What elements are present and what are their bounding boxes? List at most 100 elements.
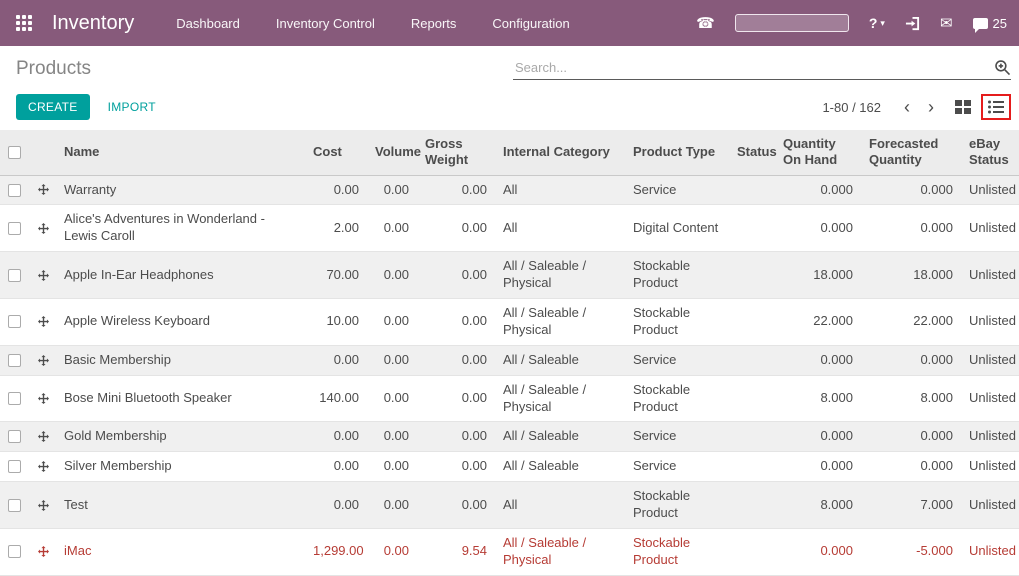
cell-ebay-status[interactable]: Unlisted — [961, 175, 1019, 205]
header-name[interactable]: Name — [56, 130, 305, 176]
cell-cost[interactable]: 1,299.00 — [305, 528, 367, 575]
cell-status[interactable] — [729, 345, 775, 375]
messages-indicator[interactable]: 25 — [972, 16, 1007, 33]
phone-icon[interactable]: ☎ — [696, 16, 715, 31]
cell-status[interactable] — [729, 375, 775, 422]
header-internal-category[interactable]: Internal Category — [495, 130, 625, 176]
drag-handle-icon[interactable] — [38, 354, 49, 366]
cell-quantity-on-hand[interactable]: 0.000 — [775, 175, 861, 205]
cell-forecasted-quantity[interactable]: 0.000 — [861, 345, 961, 375]
drag-handle-icon[interactable] — [38, 222, 49, 234]
apps-grid-icon[interactable] — [16, 15, 32, 31]
cell-ebay-status[interactable]: Unlisted — [961, 452, 1019, 482]
cell-name[interactable]: Bose Mini Bluetooth Speaker — [56, 375, 305, 422]
cell-ebay-status[interactable]: Unlisted — [961, 345, 1019, 375]
cell-quantity-on-hand[interactable]: 22.000 — [775, 298, 861, 345]
cell-internal-category[interactable]: All / Saleable — [495, 422, 625, 452]
table-row[interactable]: Gold Membership 0.00 0.00 0.00 All / Saleabl… — [0, 421, 1019, 452]
cell-name[interactable]: iMac — [56, 528, 305, 575]
nav-item-inventory-control[interactable]: Inventory Control — [276, 16, 375, 31]
header-volume[interactable]: Volume — [367, 130, 421, 176]
cell-quantity-on-hand[interactable]: 0.000 — [775, 205, 861, 252]
cell-status[interactable] — [729, 205, 775, 252]
row-checkbox[interactable] — [8, 315, 21, 329]
cell-forecasted-quantity[interactable]: 0.000 — [861, 422, 961, 452]
cell-cost[interactable]: 0.00 — [305, 175, 367, 205]
cell-quantity-on-hand[interactable]: 0.000 — [775, 422, 861, 452]
row-checkbox[interactable] — [8, 392, 21, 406]
pager-prev-button[interactable]: ‹ — [895, 98, 919, 116]
nav-item-reports[interactable]: Reports — [411, 16, 457, 31]
search-magnifier-icon[interactable] — [994, 59, 1011, 76]
cell-product-type[interactable]: Stockable Product — [625, 375, 729, 422]
cell-product-type[interactable]: Stockable Product — [625, 298, 729, 345]
cell-gross-weight[interactable]: 0.00 — [417, 482, 495, 529]
cell-status[interactable] — [729, 175, 775, 205]
app-title[interactable]: Inventory — [52, 12, 134, 35]
cell-ebay-status[interactable]: Unlisted — [961, 528, 1019, 575]
drag-handle-icon[interactable] — [38, 184, 49, 196]
cell-volume[interactable]: 0.00 — [367, 422, 417, 452]
cell-internal-category[interactable]: All — [495, 205, 625, 252]
cell-name[interactable]: Basic Membership — [56, 345, 305, 375]
cell-product-type[interactable]: Stockable Product — [625, 252, 729, 299]
cell-volume[interactable]: 0.00 — [367, 482, 417, 529]
row-checkbox[interactable] — [8, 183, 21, 197]
cell-cost[interactable]: 0.00 — [305, 422, 367, 452]
cell-internal-category[interactable]: All / Saleable / Physical — [495, 375, 625, 422]
cell-name[interactable]: Test — [56, 482, 305, 529]
cell-forecasted-quantity[interactable]: 8.000 — [861, 375, 961, 422]
cell-internal-category[interactable]: All / Saleable — [495, 345, 625, 375]
help-menu[interactable]: ? ▾ — [869, 15, 885, 31]
cell-product-type[interactable]: Stockable Product — [625, 482, 729, 529]
header-quantity-on-hand[interactable]: Quantity On Hand — [775, 130, 861, 176]
cell-cost[interactable]: 0.00 — [305, 482, 367, 529]
drag-handle-icon[interactable] — [38, 431, 49, 443]
cell-name[interactable]: Gold Membership — [56, 422, 305, 452]
cell-ebay-status[interactable]: Unlisted — [961, 375, 1019, 422]
cell-product-type[interactable]: Service — [625, 422, 729, 452]
cell-product-type[interactable]: Service — [625, 175, 729, 205]
mail-icon[interactable]: ✉ — [940, 16, 953, 31]
table-row[interactable]: Apple Wireless Keyboard 10.00 0.00 0.00 All … — [0, 298, 1019, 346]
header-product-type[interactable]: Product Type — [625, 130, 729, 176]
table-row[interactable]: Bose Mini Bluetooth Speaker 140.00 0.00 0.0… — [0, 375, 1019, 422]
cell-internal-category[interactable]: All / Saleable / Physical — [495, 298, 625, 345]
cell-forecasted-quantity[interactable]: -5.000 — [861, 528, 961, 575]
header-gross-weight[interactable]: Gross Weight — [417, 130, 495, 176]
cell-ebay-status[interactable]: Unlisted — [961, 482, 1019, 529]
drag-handle-icon[interactable] — [38, 269, 49, 281]
header-ebay-status[interactable]: eBay Status — [961, 130, 1019, 176]
row-checkbox[interactable] — [8, 460, 21, 474]
cell-quantity-on-hand[interactable]: 0.000 — [775, 345, 861, 375]
row-checkbox[interactable] — [8, 498, 21, 512]
cell-product-type[interactable]: Digital Content — [625, 205, 729, 252]
list-view-button[interactable] — [986, 98, 1006, 116]
cell-quantity-on-hand[interactable]: 0.000 — [775, 528, 861, 575]
cell-volume[interactable]: 0.00 — [367, 298, 417, 345]
cell-internal-category[interactable]: All / Saleable — [495, 452, 625, 482]
cell-forecasted-quantity[interactable]: 0.000 — [861, 175, 961, 205]
cell-ebay-status[interactable]: Unlisted — [961, 205, 1019, 252]
cell-gross-weight[interactable]: 0.00 — [417, 298, 495, 345]
create-button[interactable]: CREATE — [16, 94, 90, 120]
cell-volume[interactable]: 0.00 — [367, 452, 417, 482]
cell-forecasted-quantity[interactable]: 0.000 — [861, 452, 961, 482]
cell-product-type[interactable]: Stockable Product — [625, 528, 729, 575]
table-row[interactable]: Warranty 0.00 0.00 0.00 All Service 0.000 0.000… — [0, 175, 1019, 205]
cell-quantity-on-hand[interactable]: 8.000 — [775, 482, 861, 529]
row-checkbox[interactable] — [8, 268, 21, 282]
cell-gross-weight[interactable]: 9.54 — [417, 528, 495, 575]
cell-forecasted-quantity[interactable]: 18.000 — [861, 252, 961, 299]
drag-handle-icon[interactable] — [38, 461, 49, 473]
table-row[interactable]: Apple In-Ear Headphones 70.00 0.00 0.00 All … — [0, 251, 1019, 299]
cell-product-type[interactable]: Service — [625, 452, 729, 482]
cell-cost[interactable]: 0.00 — [305, 452, 367, 482]
table-row[interactable]: Alice's Adventures in Wonderland - Lewis… — [0, 204, 1019, 252]
cell-gross-weight[interactable]: 0.00 — [417, 205, 495, 252]
kanban-view-button[interactable] — [953, 98, 973, 116]
cell-internal-category[interactable]: All — [495, 175, 625, 205]
cell-cost[interactable]: 0.00 — [305, 345, 367, 375]
row-checkbox[interactable] — [8, 353, 21, 367]
cell-forecasted-quantity[interactable]: 0.000 — [861, 205, 961, 252]
